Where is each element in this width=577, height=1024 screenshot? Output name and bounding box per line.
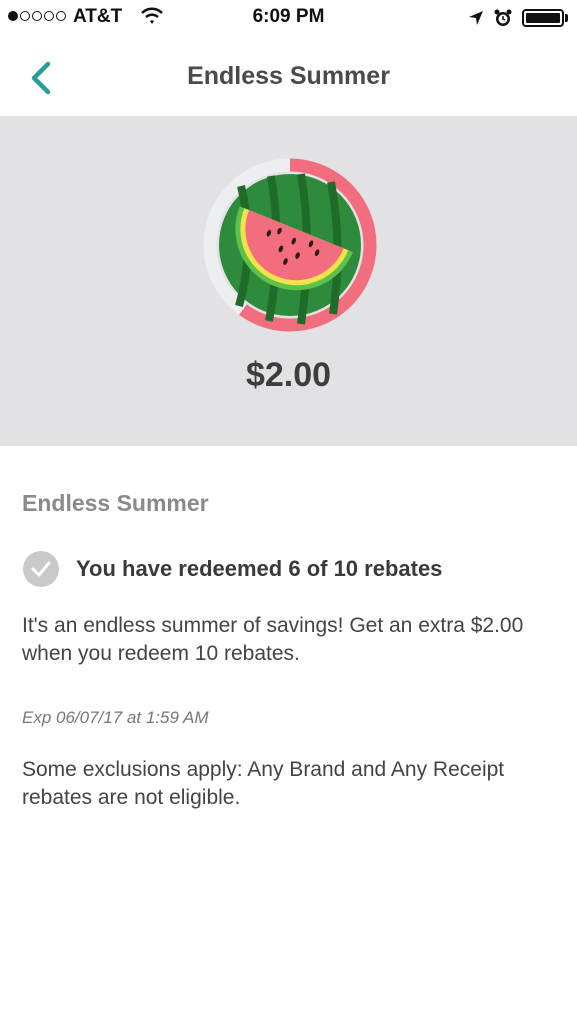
progress-text: You have redeemed 6 of 10 rebates <box>76 556 443 581</box>
exclusions-text: Some exclusions apply: Any Brand and Any… <box>22 758 505 809</box>
battery-icon <box>522 9 564 27</box>
checkmark-circle-icon <box>23 551 59 587</box>
offer-description: It's an endless summer of savings! Get a… <box>22 614 524 665</box>
status-bar: AT&T 6:09 PM <box>0 0 577 38</box>
page-title: Endless Summer <box>187 62 390 90</box>
alarm-clock-icon <box>494 9 512 26</box>
location-arrow-icon <box>469 11 483 25</box>
reward-amount: $2.00 <box>245 356 332 394</box>
redemption-progress: You have redeemed 6 of 10 rebates <box>22 550 442 588</box>
nav-bar: Endless Summer <box>0 38 577 116</box>
reward-hero: $2.00 <box>0 116 577 446</box>
status-time: 6:09 PM <box>252 6 325 27</box>
offer-title: Endless Summer <box>22 490 209 516</box>
reward-badge <box>203 158 377 332</box>
expiry-date: Exp 06/07/17 at 1:59 AM <box>22 708 209 727</box>
battery-cap <box>565 14 568 22</box>
